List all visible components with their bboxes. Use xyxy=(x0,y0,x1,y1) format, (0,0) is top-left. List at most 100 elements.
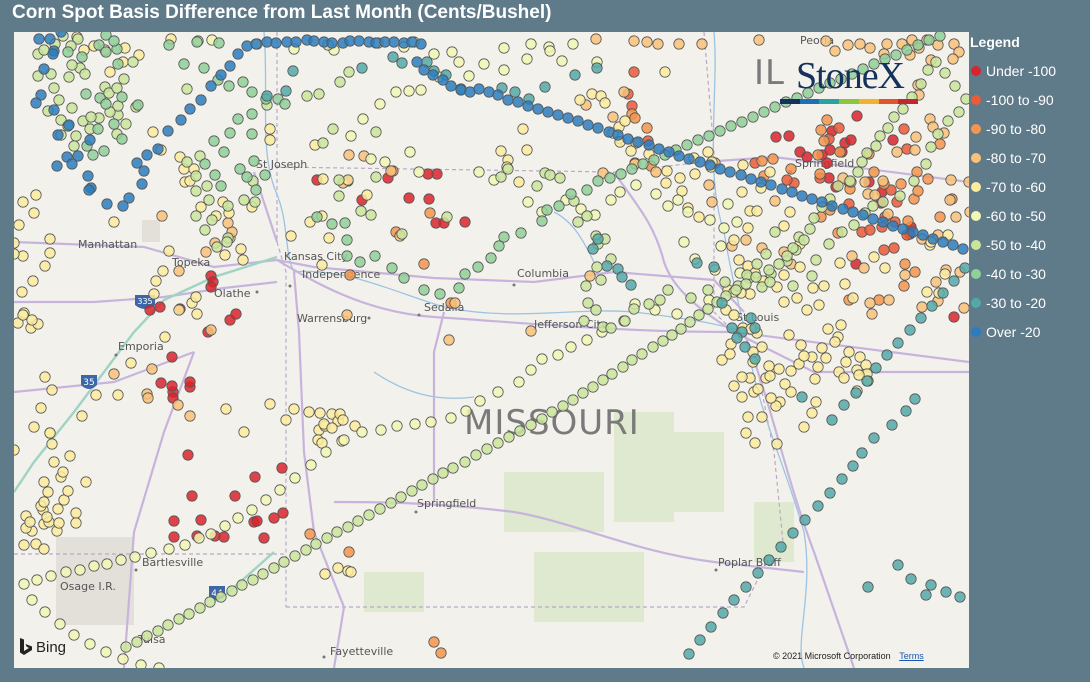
basis-marker[interactable] xyxy=(922,173,934,185)
basis-marker[interactable] xyxy=(604,172,616,184)
basis-marker[interactable] xyxy=(883,294,895,306)
basis-marker[interactable] xyxy=(108,35,120,47)
basis-marker[interactable] xyxy=(203,194,215,206)
basis-marker[interactable] xyxy=(897,223,909,235)
basis-marker[interactable] xyxy=(691,257,703,269)
basis-marker[interactable] xyxy=(184,376,196,388)
basis-marker[interactable] xyxy=(963,176,969,188)
basis-marker[interactable] xyxy=(852,166,864,178)
basis-marker[interactable] xyxy=(492,386,504,398)
basis-marker[interactable] xyxy=(30,189,42,201)
basis-marker[interactable] xyxy=(154,301,166,313)
basis-marker[interactable] xyxy=(801,151,813,163)
basis-marker[interactable] xyxy=(131,157,143,169)
basis-marker[interactable] xyxy=(356,62,368,74)
basis-marker[interactable] xyxy=(912,185,924,197)
basis-marker[interactable] xyxy=(80,476,92,488)
basis-marker[interactable] xyxy=(66,102,78,114)
basis-marker[interactable] xyxy=(546,406,558,418)
basis-marker[interactable] xyxy=(881,38,893,50)
basis-marker[interactable] xyxy=(474,395,486,407)
basis-marker[interactable] xyxy=(261,90,273,102)
basis-marker[interactable] xyxy=(628,303,640,315)
basis-marker[interactable] xyxy=(925,141,937,153)
basis-marker[interactable] xyxy=(662,200,674,212)
basis-marker[interactable] xyxy=(374,98,386,110)
basis-marker[interactable] xyxy=(453,282,465,294)
basis-marker[interactable] xyxy=(396,228,408,240)
basis-marker[interactable] xyxy=(836,473,848,485)
basis-marker[interactable] xyxy=(592,122,604,134)
basis-marker[interactable] xyxy=(905,573,917,585)
basis-marker[interactable] xyxy=(424,207,436,219)
basis-marker[interactable] xyxy=(354,256,366,268)
basis-marker[interactable] xyxy=(18,539,30,551)
basis-marker[interactable] xyxy=(63,119,75,131)
basis-marker[interactable] xyxy=(481,443,493,455)
basis-marker[interactable] xyxy=(673,38,685,50)
basis-marker[interactable] xyxy=(764,276,776,288)
basis-marker[interactable] xyxy=(352,515,364,527)
basis-marker[interactable] xyxy=(88,560,100,572)
basis-marker[interactable] xyxy=(587,243,599,255)
basis-marker[interactable] xyxy=(446,46,458,58)
basis-marker[interactable] xyxy=(230,308,242,320)
basis-marker[interactable] xyxy=(806,270,818,282)
basis-marker[interactable] xyxy=(173,265,185,277)
basis-marker[interactable] xyxy=(864,224,876,236)
basis-marker[interactable] xyxy=(820,352,832,364)
basis-marker[interactable] xyxy=(937,236,949,248)
basis-marker[interactable] xyxy=(909,393,921,405)
basis-marker[interactable] xyxy=(767,153,779,165)
basis-marker[interactable] xyxy=(833,122,845,134)
basis-marker[interactable] xyxy=(706,196,718,208)
basis-marker[interactable] xyxy=(290,36,302,48)
basis-marker[interactable] xyxy=(617,361,629,373)
basis-marker[interactable] xyxy=(887,134,899,146)
basis-marker[interactable] xyxy=(463,70,475,82)
basis-marker[interactable] xyxy=(427,473,439,485)
basis-marker[interactable] xyxy=(582,119,594,131)
basis-marker[interactable] xyxy=(289,550,301,562)
basis-marker[interactable] xyxy=(390,86,402,98)
basis-marker[interactable] xyxy=(135,659,147,668)
basis-marker[interactable] xyxy=(947,239,959,251)
basis-marker[interactable] xyxy=(147,126,159,138)
basis-marker[interactable] xyxy=(141,149,153,161)
basis-marker[interactable] xyxy=(238,194,250,206)
basis-marker[interactable] xyxy=(223,80,235,92)
basis-marker[interactable] xyxy=(581,184,593,196)
basis-marker[interactable] xyxy=(726,322,738,334)
basis-marker[interactable] xyxy=(191,36,203,48)
basis-marker[interactable] xyxy=(856,447,868,459)
basis-marker[interactable] xyxy=(39,260,51,272)
basis-marker[interactable] xyxy=(365,209,377,221)
basis-marker[interactable] xyxy=(45,570,57,582)
map-svg[interactable]: 335 35 44 Peoria St Joseph Kansas City I… xyxy=(14,32,969,668)
basis-marker[interactable] xyxy=(663,146,675,158)
basis-marker[interactable] xyxy=(736,116,748,128)
basis-marker[interactable] xyxy=(674,172,686,184)
basis-marker[interactable] xyxy=(208,135,220,147)
basis-marker[interactable] xyxy=(317,137,329,149)
basis-marker[interactable] xyxy=(888,242,900,254)
basis-marker[interactable] xyxy=(234,163,246,175)
basis-marker[interactable] xyxy=(365,153,377,165)
basis-marker[interactable] xyxy=(940,586,952,598)
basis-marker[interactable] xyxy=(445,80,457,92)
basis-marker[interactable] xyxy=(544,169,556,181)
basis-marker[interactable] xyxy=(838,399,850,411)
basis-marker[interactable] xyxy=(835,319,847,331)
basis-marker[interactable] xyxy=(736,186,748,198)
basis-marker[interactable] xyxy=(584,270,596,282)
basis-marker[interactable] xyxy=(311,211,323,223)
basis-marker[interactable] xyxy=(473,166,485,178)
basis-marker[interactable] xyxy=(305,459,317,471)
basis-marker[interactable] xyxy=(874,130,886,142)
basis-marker[interactable] xyxy=(120,641,132,653)
basis-marker[interactable] xyxy=(385,497,397,509)
basis-marker[interactable] xyxy=(313,88,325,100)
basis-marker[interactable] xyxy=(54,618,66,630)
basis-marker[interactable] xyxy=(778,220,790,232)
basis-marker[interactable] xyxy=(258,532,270,544)
